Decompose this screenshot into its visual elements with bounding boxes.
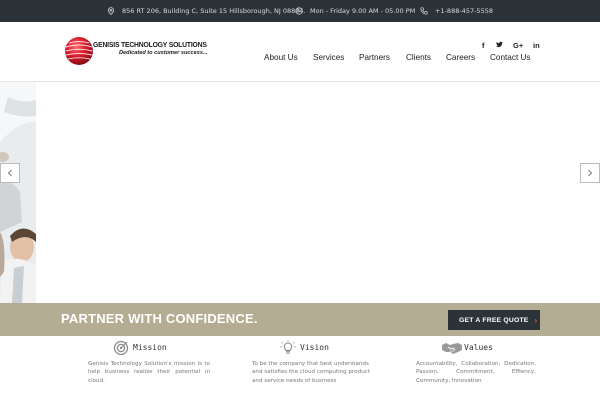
vision-title: Vision — [300, 343, 329, 352]
phone-info[interactable]: +1-888-457-5558 — [420, 0, 493, 22]
nav-clients[interactable]: Clients — [406, 53, 431, 62]
phone-icon — [420, 7, 428, 15]
slider-next-button[interactable] — [580, 163, 600, 183]
site-header: GENISIS TECHNOLOGY SOLUTIONS Dedicated t… — [0, 22, 600, 82]
top-info-bar: 856 RT 206, Building C, Suite 15 Hillsbo… — [0, 0, 600, 22]
twitter-icon[interactable] — [496, 41, 503, 50]
target-icon — [113, 340, 129, 356]
hours-text: Mon - Friday 9.00 AM - 05.00 PM — [310, 7, 416, 15]
banner-title: PARTNER WITH CONFIDENCE. — [61, 311, 258, 326]
feature-values: Values Accountability, Collaboration, De… — [416, 338, 566, 398]
address-text: 856 RT 206, Building C, Suite 15 Hillsbo… — [122, 7, 306, 15]
mission-title: Mission — [133, 343, 167, 352]
hours-info: Mon - Friday 9.00 AM - 05.00 PM — [295, 0, 415, 22]
clock-icon — [295, 7, 303, 15]
handshake-icon — [442, 343, 462, 354]
chevron-right-icon — [588, 169, 593, 177]
globe-logo-icon — [65, 37, 93, 65]
hero-slider — [0, 82, 600, 303]
facebook-icon[interactable]: f — [482, 41, 485, 50]
chevron-left-icon — [7, 169, 12, 177]
google-plus-icon[interactable]: G+ — [513, 41, 523, 50]
chevron-right-icon: › — [534, 315, 538, 325]
nav-services[interactable]: Services — [313, 53, 344, 62]
office-people-image — [0, 82, 36, 303]
company-logo[interactable]: GENISIS TECHNOLOGY SOLUTIONS Dedicated t… — [63, 35, 208, 67]
logo-tagline: Dedicated to customer success... — [119, 50, 208, 56]
logo-brand-name: GENISIS TECHNOLOGY SOLUTIONS — [93, 40, 207, 49]
get-free-quote-button[interactable]: GET A FREE QUOTE › — [448, 310, 540, 330]
lightbulb-icon — [280, 340, 296, 354]
address-info: 856 RT 206, Building C, Suite 15 Hillsbo… — [107, 0, 306, 22]
nav-about-us[interactable]: About Us — [264, 53, 298, 62]
hero-slide-image — [0, 82, 36, 303]
cta-banner: PARTNER WITH CONFIDENCE. GET A FREE QUOT… — [0, 303, 600, 336]
slider-prev-button[interactable] — [0, 163, 20, 183]
nav-partners[interactable]: Partners — [359, 53, 390, 62]
location-pin-icon — [108, 7, 114, 15]
twitter-bird-icon — [496, 41, 503, 47]
nav-contact-us[interactable]: Contact Us — [490, 53, 531, 62]
nav-careers[interactable]: Careers — [446, 53, 475, 62]
values-text: Accountability, Collaboration, Dedicatio… — [416, 361, 536, 384]
vision-text: To be the company that best understands … — [252, 361, 371, 384]
quote-button-label: GET A FREE QUOTE — [459, 316, 529, 324]
linkedin-icon[interactable]: in — [533, 41, 540, 50]
feature-mission: Mission Genisis Technology Solution's mi… — [88, 338, 238, 398]
mission-text: Genisis Technology Solution's mission is… — [88, 361, 210, 384]
feature-vision: Vision To be the company that best under… — [252, 338, 402, 398]
phone-text[interactable]: +1-888-457-5558 — [435, 7, 493, 15]
values-title: Values — [464, 343, 493, 352]
